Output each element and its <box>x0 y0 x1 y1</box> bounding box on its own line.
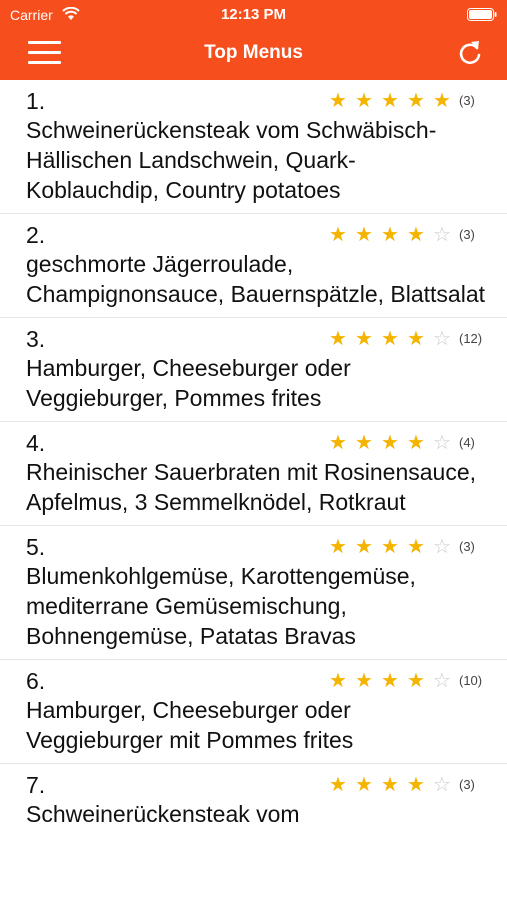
star-filled-icon: ★ <box>355 223 373 246</box>
refresh-icon[interactable] <box>457 39 483 67</box>
rating-count: (4) <box>459 434 475 450</box>
star-filled-icon: ★ <box>329 669 347 692</box>
item-header: 4. ★ ★ ★ ★ ☆ (4) <box>26 429 487 457</box>
star-filled-icon: ★ <box>407 431 425 454</box>
star-filled-icon: ★ <box>329 773 347 796</box>
status-time: 12:13 PM <box>220 6 287 23</box>
star-filled-icon: ★ <box>355 89 373 112</box>
star-filled-icon: ★ <box>407 535 425 558</box>
menu-list-item[interactable]: 1. ★ ★ ★ ★ ★ (3) Schweinerückensteak vom Schwäb… <box>0 80 507 214</box>
star-filled-icon: ★ <box>381 89 399 112</box>
app-header: Carrier 12:13 PM Top Menus <box>0 0 507 80</box>
star-filled-icon: ★ <box>381 431 399 454</box>
star-filled-icon: ★ <box>329 223 347 246</box>
star-filled-icon: ★ <box>355 535 373 558</box>
menu-list-item[interactable]: 4. ★ ★ ★ ★ ☆ (4) Rheinischer Sauerbraten mit Ro… <box>0 422 507 526</box>
star-filled-icon: ★ <box>329 327 347 350</box>
star-empty-icon: ☆ <box>433 773 451 796</box>
star-filled-icon: ★ <box>407 773 425 796</box>
star-rating: ★ ★ ★ ★ ★ (3) <box>325 89 487 112</box>
menu-list-item[interactable]: 6. ★ ★ ★ ★ ☆ (10) Hamburger, Cheeseburger oder … <box>0 660 507 764</box>
menu-list-item[interactable]: 2. ★ ★ ★ ★ ☆ (3) geschmorte Jägerroulade, Champ… <box>0 214 507 318</box>
item-header: 7. ★ ★ ★ ★ ☆ (3) <box>26 771 487 799</box>
star-filled-icon: ★ <box>381 223 399 246</box>
star-filled-icon: ★ <box>381 535 399 558</box>
rating-count: (3) <box>459 776 475 792</box>
item-header: 6. ★ ★ ★ ★ ☆ (10) <box>26 667 487 695</box>
star-filled-icon: ★ <box>381 327 399 350</box>
star-rating: ★ ★ ★ ★ ☆ (3) <box>325 773 487 796</box>
status-bar: Carrier 12:13 PM <box>0 0 507 30</box>
menu-list-item[interactable]: 3. ★ ★ ★ ★ ☆ (12) Hamburger, Cheeseburger oder … <box>0 318 507 422</box>
item-rank: 5. <box>26 534 46 560</box>
star-rating: ★ ★ ★ ★ ☆ (3) <box>325 535 487 558</box>
menu-list-item[interactable]: 5. ★ ★ ★ ★ ☆ (3) Blumenkohlgemüse, Karottengemü… <box>0 526 507 660</box>
menu-name: Schweinerückensteak vom Schwäbisch-Hälli… <box>26 117 437 203</box>
star-filled-icon: ★ <box>407 327 425 350</box>
item-header: 2. ★ ★ ★ ★ ☆ (3) <box>26 221 487 249</box>
star-filled-icon: ★ <box>329 89 347 112</box>
menu-name: Hamburger, Cheeseburger oder Veggieburge… <box>26 697 354 753</box>
item-header: 1. ★ ★ ★ ★ ★ (3) <box>26 87 487 115</box>
star-empty-icon: ☆ <box>433 327 451 350</box>
star-filled-icon: ★ <box>433 89 451 112</box>
star-filled-icon: ★ <box>355 669 373 692</box>
item-rank: 7. <box>26 772 46 798</box>
page-title: Top Menus <box>204 42 303 63</box>
star-empty-icon: ☆ <box>433 535 451 558</box>
rating-count: (3) <box>459 538 475 554</box>
item-rank: 4. <box>26 430 46 456</box>
star-filled-icon: ★ <box>407 669 425 692</box>
star-filled-icon: ★ <box>381 669 399 692</box>
rating-count: (3) <box>459 92 475 108</box>
star-empty-icon: ☆ <box>433 223 451 246</box>
star-empty-icon: ☆ <box>433 669 451 692</box>
item-rank: 2. <box>26 222 46 248</box>
rating-count: (10) <box>459 672 483 688</box>
menu-name: Rheinischer Sauerbraten mit Rosinensauce… <box>26 459 477 515</box>
star-rating: ★ ★ ★ ★ ☆ (10) <box>325 669 487 692</box>
menu-list[interactable]: 1. ★ ★ ★ ★ ★ (3) Schweinerückensteak vom Schwäb… <box>0 80 507 900</box>
menu-name: geschmorte Jägerroulade, Champignonsauce… <box>26 251 486 307</box>
star-rating: ★ ★ ★ ★ ☆ (12) <box>325 327 487 350</box>
star-rating: ★ ★ ★ ★ ☆ (4) <box>325 431 487 454</box>
star-filled-icon: ★ <box>381 773 399 796</box>
star-filled-icon: ★ <box>355 327 373 350</box>
menu-name: Schweinerückensteak vom <box>26 801 300 827</box>
rating-count: (3) <box>459 226 475 242</box>
menu-name: Hamburger, Cheeseburger oder Veggieburge… <box>26 355 351 411</box>
item-header: 3. ★ ★ ★ ★ ☆ (12) <box>26 325 487 353</box>
battery-icon <box>467 8 497 21</box>
star-filled-icon: ★ <box>407 89 425 112</box>
item-rank: 1. <box>26 88 46 114</box>
star-filled-icon: ★ <box>407 223 425 246</box>
navigation-bar: Top Menus <box>0 30 507 78</box>
item-rank: 6. <box>26 668 46 694</box>
menu-list-item[interactable]: 7. ★ ★ ★ ★ ☆ (3) Schweinerückensteak vom <box>0 764 507 837</box>
item-header: 5. ★ ★ ★ ★ ☆ (3) <box>26 533 487 561</box>
star-filled-icon: ★ <box>329 431 347 454</box>
star-rating: ★ ★ ★ ★ ☆ (3) <box>325 223 487 246</box>
star-filled-icon: ★ <box>355 431 373 454</box>
star-filled-icon: ★ <box>329 535 347 558</box>
menu-name: Blumenkohlgemüse, Karottengemüse, medite… <box>26 563 416 649</box>
rating-count: (12) <box>459 330 483 346</box>
star-empty-icon: ☆ <box>433 431 451 454</box>
star-filled-icon: ★ <box>355 773 373 796</box>
item-rank: 3. <box>26 326 46 352</box>
